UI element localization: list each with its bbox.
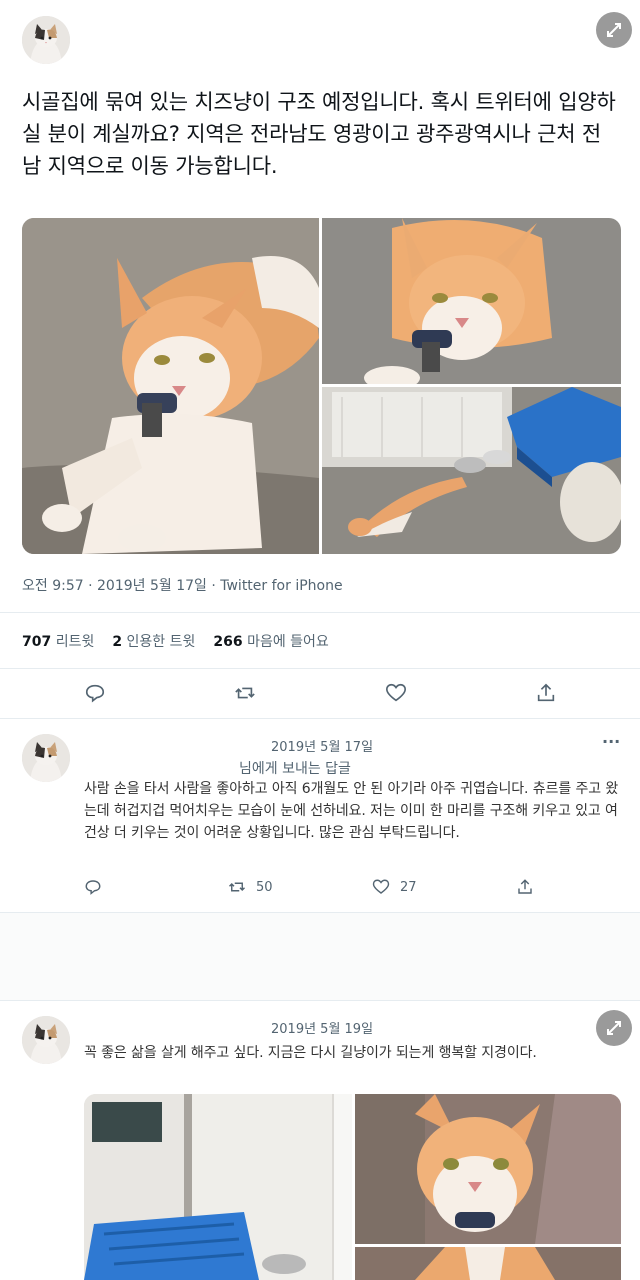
like-button[interactable]: [385, 682, 407, 704]
heart-icon: [372, 879, 390, 894]
reply-icon: [85, 880, 101, 895]
heart-icon: [386, 683, 406, 702]
expand-icon[interactable]: [596, 12, 632, 48]
reply-button[interactable]: [84, 682, 106, 704]
reply2-photo-3[interactable]: [355, 1247, 621, 1280]
retweet-icon: [235, 687, 255, 699]
reply2-date[interactable]: 2019년 5월 19일: [271, 1018, 373, 1037]
more-options-icon[interactable]: ···: [602, 732, 620, 751]
reply-reply-button[interactable]: [84, 878, 102, 896]
retweet-icon: [228, 882, 246, 892]
reply-context[interactable]: 님에게 보내는 답글: [239, 758, 351, 778]
reply-avatar[interactable]: [22, 734, 70, 782]
tweet-stats: 707 리트윗 2 인용한 트윗 266 마음에 들어요: [22, 631, 329, 651]
share-icon: [518, 879, 532, 894]
likes-stat[interactable]: 266 마음에 들어요: [213, 631, 328, 651]
tweet-photo-1[interactable]: [22, 218, 319, 554]
reply2-photo-2[interactable]: [355, 1094, 621, 1244]
reply-like-count: 27: [400, 879, 417, 895]
reply-share-button[interactable]: [516, 878, 534, 896]
reply-date[interactable]: 2019년 5월 17일: [271, 736, 373, 755]
retweet-button[interactable]: [234, 682, 256, 704]
tweet-timestamp[interactable]: 오전 9:57 · 2019년 5월 17일 · Twitter for iPh…: [22, 575, 343, 595]
reply-text: 사람 손을 타서 사람을 좋아하고 아직 6개월도 안 된 아기라 아주 귀엽습…: [84, 781, 619, 841]
calico-cat-avatar-icon: [22, 1016, 70, 1064]
reply-icon: [85, 684, 105, 703]
quotes-stat[interactable]: 2 인용한 트윗: [112, 631, 195, 651]
retweets-count: 707: [22, 634, 52, 650]
retweets-stat[interactable]: 707 리트윗: [22, 631, 94, 651]
retweets-label: 리트윗: [55, 634, 95, 650]
calico-cat-avatar-icon: [22, 16, 70, 64]
quotes-count: 2: [112, 634, 123, 650]
tweet-text: 시골집에 묶여 있는 치즈냥이 구조 예정입니다. 혹시 트위터에 입양하실 분…: [22, 90, 616, 178]
reply2-avatar[interactable]: [22, 1016, 70, 1064]
avatar[interactable]: [22, 16, 70, 64]
spacer-band: [0, 913, 640, 1000]
likes-count: 266: [213, 634, 243, 650]
reply2-photo-1[interactable]: [84, 1094, 352, 1280]
reply2-text: 꼭 좋은 삶을 살게 해주고 싶다. 지금은 다시 길냥이가 되는게 행복할 지…: [84, 1045, 537, 1061]
tweet-photo-2[interactable]: [322, 218, 621, 384]
share-icon: [537, 683, 555, 702]
quotes-label: 인용한 트윗: [126, 634, 196, 650]
expand-icon[interactable]: [596, 1010, 632, 1046]
tweet-photo-3[interactable]: [322, 387, 621, 554]
likes-label: 마음에 들어요: [247, 634, 329, 650]
share-button[interactable]: [535, 682, 557, 704]
reply-like-button[interactable]: 27: [372, 878, 417, 896]
reply-retweet-count: 50: [256, 879, 273, 895]
calico-cat-avatar-icon: [22, 734, 70, 782]
reply-retweet-button[interactable]: 50: [228, 878, 273, 896]
